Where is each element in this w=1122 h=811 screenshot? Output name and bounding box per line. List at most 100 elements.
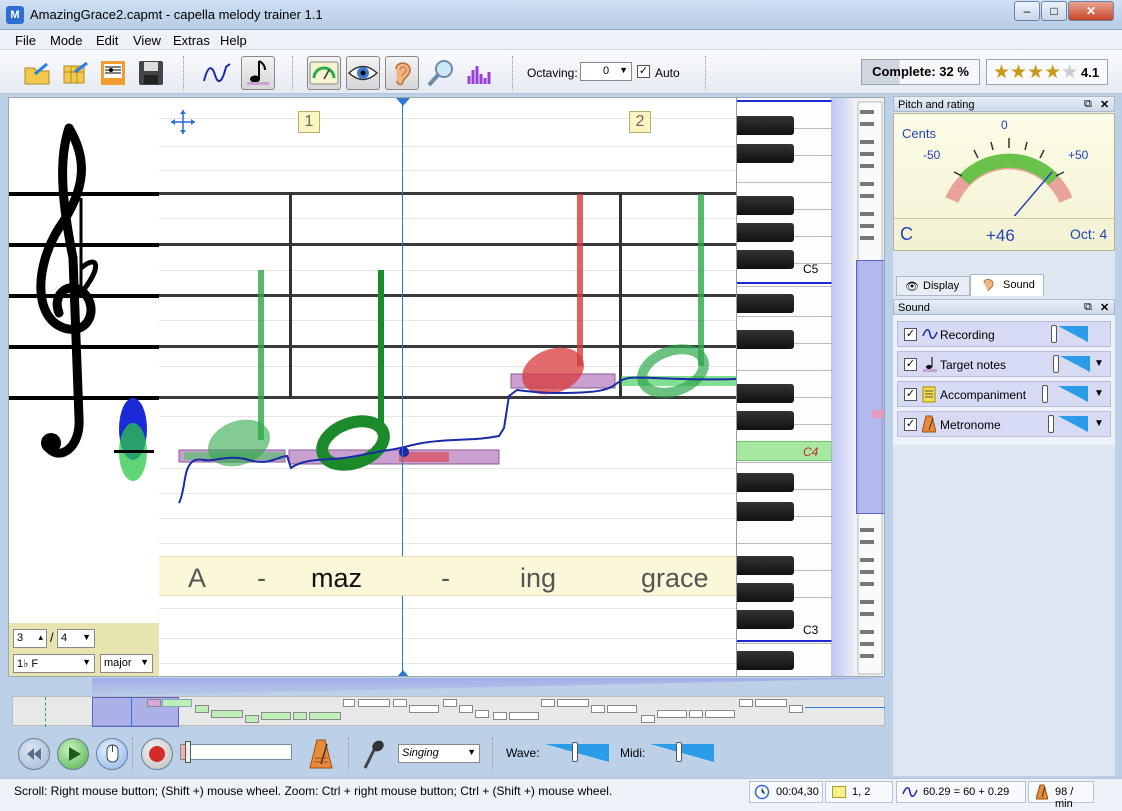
- lyric-syllable: maz: [311, 563, 363, 593]
- close-panel-icon[interactable]: ✕: [1100, 98, 1109, 111]
- auto-label: Auto: [655, 66, 680, 80]
- key-value: F: [31, 658, 39, 670]
- metronome-icon: [1036, 784, 1048, 800]
- tab-display[interactable]: 👁 Display: [896, 276, 970, 296]
- pitch-meter-icon[interactable]: [307, 56, 341, 90]
- target-notes-volume-slider[interactable]: [1053, 355, 1059, 373]
- record-button[interactable]: [141, 738, 173, 770]
- note-mode-icon[interactable]: [241, 56, 275, 90]
- menu-help[interactable]: Help: [220, 33, 247, 48]
- ear-icon: [983, 278, 994, 292]
- metronome-icon: [922, 415, 936, 433]
- piano-keyboard[interactable]: C5 C4 C3: [736, 98, 832, 676]
- tempo-value: 98 / min: [1055, 786, 1074, 810]
- menu-file[interactable]: File: [15, 33, 36, 48]
- mouse-play-button[interactable]: [96, 738, 128, 770]
- lyric-syllable: ing: [520, 563, 557, 593]
- menu-mode[interactable]: Mode: [50, 33, 83, 48]
- midi-volume-slider[interactable]: [676, 742, 682, 762]
- tab-display-label: Display: [923, 280, 960, 292]
- recording-volume-slider[interactable]: [1051, 325, 1057, 343]
- save-icon[interactable]: [134, 56, 168, 90]
- sound-row-metronome: ✓ Metronome ▼: [897, 411, 1111, 437]
- metronome-checkbox[interactable]: ✓: [904, 418, 917, 431]
- clef-area: [9, 98, 159, 676]
- rewind-button[interactable]: [18, 738, 50, 770]
- zoom-icon[interactable]: [424, 56, 458, 90]
- lyric-syllable: A: [188, 563, 207, 593]
- cursor-top-handle[interactable]: [396, 98, 410, 106]
- menu-bar: File Mode Edit View Extras Help: [0, 30, 1122, 50]
- note-icon: [923, 357, 937, 372]
- voice-select[interactable]: Singing ▼: [398, 744, 480, 763]
- minimize-button[interactable]: –: [1014, 1, 1040, 21]
- accompaniment-checkbox[interactable]: ✓: [904, 388, 917, 401]
- mode-select[interactable]: major ▼: [100, 654, 153, 673]
- play-button[interactable]: [57, 738, 89, 770]
- eye-icon: 👁: [905, 281, 919, 293]
- voice-value: Singing: [402, 747, 439, 759]
- key-select[interactable]: 1♭ F ▼: [13, 654, 95, 673]
- wave-volume-slider[interactable]: [572, 742, 578, 762]
- sound-row-recording: ✓ Recording: [897, 321, 1111, 347]
- tab-sound[interactable]: Sound: [970, 274, 1044, 296]
- title-bar: M AmazingGrace2.capmt - capella melody t…: [0, 0, 1122, 30]
- time-value: 00:04,30: [776, 786, 819, 798]
- eye-icon[interactable]: [346, 56, 380, 90]
- menu-extras[interactable]: Extras: [173, 33, 210, 48]
- cents-label: Cents: [902, 126, 936, 141]
- metronome-volume-slider[interactable]: [1048, 415, 1054, 433]
- open-template-icon[interactable]: [58, 56, 92, 90]
- menu-view[interactable]: View: [133, 33, 161, 48]
- target-notes-checkbox[interactable]: ✓: [904, 358, 917, 371]
- maximize-button[interactable]: □: [1041, 1, 1067, 21]
- time-denominator-select[interactable]: 4 ▼: [57, 629, 95, 648]
- menu-edit[interactable]: Edit: [96, 33, 118, 48]
- close-button[interactable]: ✕: [1068, 1, 1114, 21]
- octave-value: Oct: 4: [1070, 226, 1108, 242]
- status-bar: Scroll: Right mouse button; (Shift +) mo…: [0, 778, 1122, 811]
- chevron-down-icon[interactable]: ▼: [1094, 358, 1104, 369]
- restore-icon[interactable]: ⧉: [1084, 301, 1092, 314]
- chevron-down-icon[interactable]: ▼: [1094, 388, 1104, 399]
- score-view[interactable]: 1 2 A - maz - ing grace 3 ▴ / 4 ▼ 1♭ F ▼…: [8, 97, 885, 677]
- sound-row-label: Target notes: [940, 358, 1007, 372]
- position-slider-thumb[interactable]: [185, 741, 191, 763]
- time-numerator-spin[interactable]: 3 ▴: [13, 629, 47, 648]
- pitch-range-scroller[interactable]: [854, 98, 884, 676]
- position-slider[interactable]: [180, 741, 292, 763]
- restore-icon[interactable]: ⧉: [1084, 98, 1092, 111]
- close-panel-icon[interactable]: ✕: [1100, 301, 1109, 314]
- accompaniment-volume-slider[interactable]: [1042, 385, 1048, 403]
- status-hint: Scroll: Right mouse button; (Shift +) mo…: [14, 784, 613, 798]
- position-value: 1, 2: [852, 786, 871, 798]
- lyrics-bar: A - maz - ing grace: [159, 556, 736, 596]
- import-score-icon[interactable]: [96, 56, 130, 90]
- chevron-down-icon: ▼: [467, 747, 476, 757]
- recording-checkbox[interactable]: ✓: [904, 328, 917, 341]
- ear-icon[interactable]: [385, 56, 419, 90]
- open-file-icon[interactable]: [20, 56, 54, 90]
- time-denominator-value: 4: [61, 632, 68, 644]
- lyric-syllable: grace: [641, 563, 709, 593]
- flat-sign-icon: [79, 198, 99, 295]
- song-overview[interactable]: [12, 696, 885, 727]
- time-cell: 00:04,30: [749, 781, 823, 803]
- cents-value: +46: [986, 226, 1015, 245]
- wave-label: Wave:: [506, 746, 540, 760]
- pitch-curve-icon[interactable]: [200, 56, 234, 90]
- note-layer: [178, 194, 736, 504]
- visible-range-thumb[interactable]: [856, 260, 884, 514]
- completion-indicator: Complete: 32 %: [861, 59, 980, 85]
- metronome-icon[interactable]: [309, 738, 333, 770]
- octaving-select[interactable]: 0 ▼: [580, 62, 632, 81]
- microphone-icon[interactable]: [360, 738, 388, 770]
- piano-label-c3: C3: [803, 623, 819, 637]
- chevron-down-icon[interactable]: ▼: [1094, 418, 1104, 429]
- measure-icon: [832, 786, 846, 798]
- statistics-icon[interactable]: [463, 56, 497, 90]
- app-icon: M: [6, 6, 24, 24]
- cursor-bottom-handle[interactable]: [396, 670, 410, 676]
- wave-icon: [902, 787, 918, 797]
- auto-checkbox[interactable]: ✓: [637, 65, 650, 78]
